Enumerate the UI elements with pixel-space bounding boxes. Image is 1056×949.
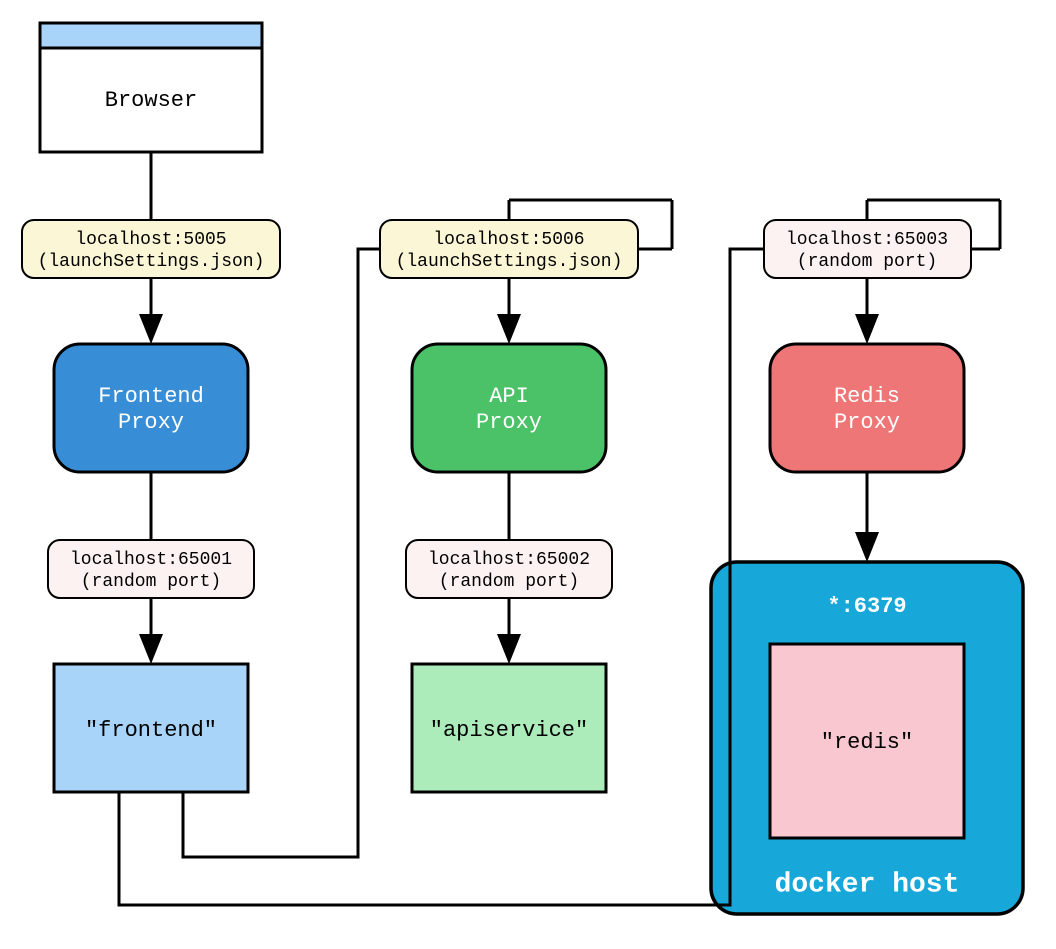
svg-text:(random port): (random port) (81, 572, 221, 592)
svg-text:localhost:65001: localhost:65001 (70, 550, 232, 570)
svg-text:*:6379: *:6379 (827, 594, 906, 619)
edge-label-65001: localhost:65001 (random port) (48, 540, 254, 598)
svg-text:"redis": "redis" (821, 730, 913, 755)
svg-text:"apiservice": "apiservice" (430, 718, 588, 743)
svg-text:(random port): (random port) (797, 252, 937, 272)
edge-label-65003: localhost:65003 (random port) (764, 220, 971, 278)
svg-text:localhost:65003: localhost:65003 (786, 230, 948, 250)
edge-label-5006: localhost:5006 (launchSettings.json) (380, 220, 638, 278)
svg-text:(launchSettings.json): (launchSettings.json) (396, 252, 623, 272)
svg-text:(random port): (random port) (439, 572, 579, 592)
svg-text:API: API (489, 384, 529, 409)
svg-text:Proxy: Proxy (118, 410, 184, 435)
svg-text:Frontend: Frontend (98, 384, 204, 409)
node-browser: Browser (40, 23, 262, 152)
svg-text:Redis: Redis (834, 384, 900, 409)
svg-text:localhost:5006: localhost:5006 (433, 230, 584, 250)
node-api-proxy: API Proxy (412, 344, 606, 472)
browser-label: Browser (105, 88, 197, 113)
svg-text:localhost:5005: localhost:5005 (75, 230, 226, 250)
node-frontend-proxy: Frontend Proxy (54, 344, 248, 472)
svg-text:docker host: docker host (775, 869, 960, 900)
edge-label-5005: localhost:5005 (launchSettings.json) (22, 220, 280, 278)
node-redis: "redis" (770, 644, 964, 838)
svg-text:Proxy: Proxy (476, 410, 542, 435)
node-frontend: "frontend" (54, 664, 248, 792)
svg-text:(launchSettings.json): (launchSettings.json) (38, 252, 265, 272)
svg-text:Proxy: Proxy (834, 410, 900, 435)
svg-text:localhost:65002: localhost:65002 (428, 550, 590, 570)
node-apiservice: "apiservice" (412, 664, 606, 792)
node-redis-proxy: Redis Proxy (770, 344, 964, 472)
edge-label-65002: localhost:65002 (random port) (406, 540, 612, 598)
svg-text:"frontend": "frontend" (85, 718, 217, 743)
